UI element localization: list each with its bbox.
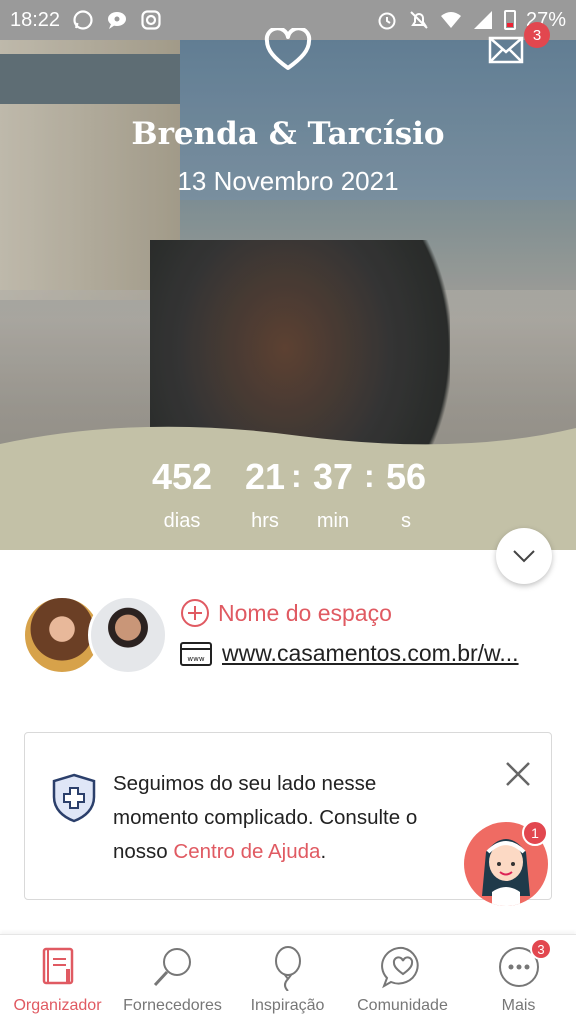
search-icon [153,948,191,987]
notebook-icon [42,947,73,985]
collapse-header-button[interactable] [496,528,552,584]
nav-mais[interactable]: Mais [461,935,576,1024]
wedding-date: 13 Novembro 2021 [177,166,399,196]
assistant-badge: 1 [522,820,548,846]
wifi-icon [440,9,462,31]
nav-label: Comunidade [357,997,448,1014]
countdown-seconds: 56 [385,456,427,497]
nav-label: Mais [501,997,536,1014]
signal-icon [472,9,494,31]
svg-text:www: www [187,655,204,663]
status-time: 18:22 [10,8,61,31]
nav-label: Organizador [13,997,102,1014]
chat-heart-icon [380,946,419,989]
instagram-icon [140,9,162,31]
nav-label: Fornecedores [123,997,222,1014]
nav-label: Inspiração [250,997,325,1014]
help-center-link[interactable]: Centro de Ajuda [173,840,320,863]
help-message: Seguimos do seu lado nesse momento compl… [113,772,418,863]
more-badge: 3 [530,938,552,960]
battery-icon [503,10,516,30]
add-venue-label: Nome do espaço [218,599,392,626]
close-icon[interactable] [503,759,533,789]
add-circle-icon [181,599,209,627]
couple-names: Brenda & Tarcísio [131,116,445,152]
nav-organizador[interactable]: Organizador [0,935,115,1024]
mute-icon [408,9,430,31]
nav-fornecedores[interactable]: Fornecedores [115,935,230,1024]
browser-icon: www [180,641,212,666]
heart-icon [264,26,312,72]
whatsapp-icon [72,9,94,31]
bottom-nav: Organizador Fornecedores Inspiração Comu… [0,934,576,1024]
shield-icon [51,773,97,823]
countdown-seconds-label: s [401,510,411,532]
messages-badge: 3 [524,22,550,48]
add-venue-link[interactable]: Nome do espaço [180,598,392,628]
wedding-countdown: 452 dias 21 hrs : 37 min : 56 s [0,456,576,546]
wedding-website-row[interactable]: www www.casamentos.com.br/w... [180,640,546,667]
nav-comunidade[interactable]: Comunidade [345,935,460,1024]
messages-button[interactable] [488,34,526,66]
countdown-days: 452 [151,456,213,497]
nav-inspiracao[interactable]: Inspiração [230,935,345,1024]
balloon-icon [274,946,301,991]
countdown-days-label: dias [163,510,201,532]
wedding-website-link[interactable]: www.casamentos.com.br/w... [222,640,546,667]
chevron-down-icon [513,550,535,563]
chat-icon [106,9,128,31]
envelope-icon [488,36,524,64]
alarm-icon [376,9,398,31]
groom-avatar[interactable] [88,595,168,675]
